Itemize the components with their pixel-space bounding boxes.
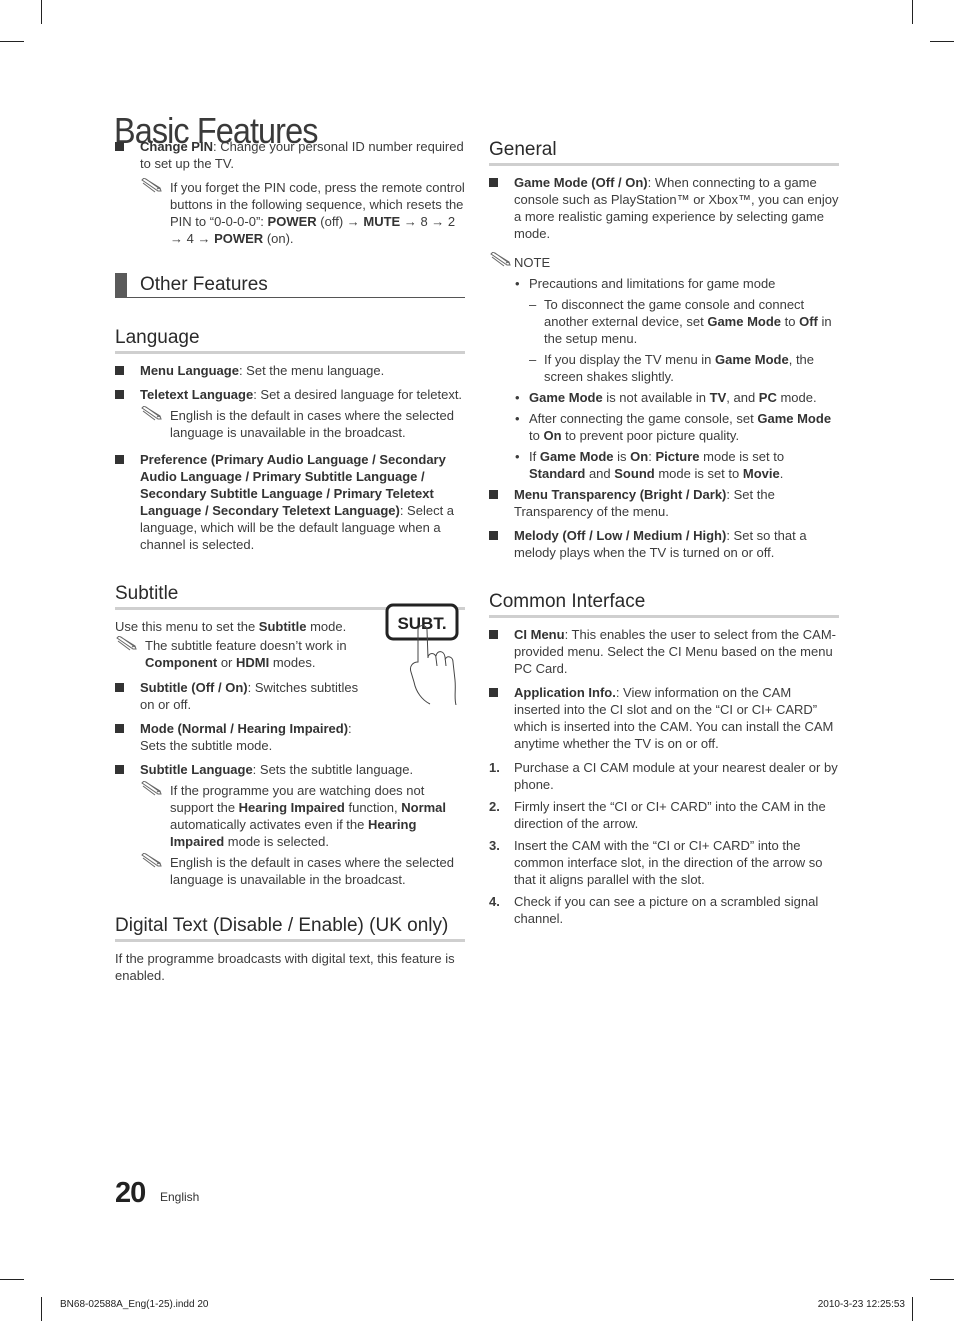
list-item-menu-transparency: Menu Transparency (Bright / Dark): Set t… — [489, 486, 839, 520]
bullet-after-connecting: • After connecting the game console, set… — [515, 411, 832, 443]
square-bullet-icon — [489, 178, 498, 187]
step-number: 2. — [489, 799, 500, 814]
list-item-game-mode: Game Mode (Off / On): When connecting to… — [489, 174, 839, 242]
pencil-note-icon — [116, 636, 137, 651]
square-bullet-icon — [115, 765, 124, 774]
print-slug-file: BN68-02588A_Eng(1-25).indd 20 — [60, 1299, 209, 1310]
list-item-change-pin: Change PIN: Change your personal ID numb… — [115, 138, 465, 172]
step-text: Check if you can see a picture on a scra… — [514, 894, 819, 926]
square-bullet-icon — [115, 455, 124, 464]
step-item: 4. Check if you can see a picture on a s… — [489, 893, 839, 927]
dot-bullet-icon: • — [515, 390, 520, 405]
square-bullet-icon — [115, 142, 124, 151]
section-heading-general: General — [489, 138, 839, 166]
square-bullet-icon — [115, 683, 124, 692]
step-item: 1. Purchase a CI CAM module at your near… — [489, 759, 839, 793]
note-heading: NOTE — [489, 252, 839, 271]
square-bullet-icon — [115, 724, 124, 733]
square-bullet-icon — [115, 366, 124, 375]
list-item-application-info: Application Info.: View information on t… — [489, 684, 839, 752]
list-item-menu-language: Menu Language: Set the menu language. — [115, 362, 465, 379]
step-item: 3. Insert the CAM with the “CI or CI+ CA… — [489, 837, 839, 888]
dash-bullet-icon: – — [529, 297, 537, 312]
page-number: 20 — [115, 1177, 146, 1209]
bullet-game-mode-on: • If Game Mode is On: Picture mode is se… — [515, 449, 785, 481]
step-number: 4. — [489, 894, 500, 909]
subt-button-label: SUBT. — [397, 614, 446, 633]
crop-mark — [912, 1297, 913, 1321]
item-term: Change PIN — [140, 139, 213, 154]
bullet-precautions: • Precautions and limitations for game m… — [515, 276, 776, 291]
section-heading-other-features: Other Features — [115, 273, 465, 298]
crop-mark — [41, 1297, 42, 1321]
note-subtitle-default: English is the default in cases where th… — [140, 853, 465, 888]
pencil-note-icon — [490, 252, 511, 267]
pencil-note-icon — [141, 781, 162, 796]
section-heading-digital-text: Digital Text (Disable / Enable) (UK only… — [115, 914, 465, 942]
dash-bullet-icon: – — [529, 352, 537, 367]
square-bullet-icon — [489, 688, 498, 697]
step-text: Firmly insert the “CI or CI+ CARD” into … — [514, 799, 826, 831]
page-language: English — [160, 1190, 200, 1204]
note-pin-reset: If you forget the PIN code, press the re… — [140, 178, 465, 247]
step-text: Insert the CAM with the “CI or CI+ CARD”… — [514, 838, 823, 887]
square-bullet-icon — [489, 490, 498, 499]
square-bullet-icon — [489, 531, 498, 540]
section-heading-common-interface: Common Interface — [489, 590, 839, 618]
step-number: 1. — [489, 760, 500, 775]
list-item-subtitle-language: Subtitle Language: Sets the subtitle lan… — [115, 761, 465, 778]
subt-button-illustration: SUBT. — [385, 603, 459, 705]
list-item-preference: Preference (Primary Audio Language / Sec… — [115, 451, 465, 553]
list-item-subtitle-mode: Mode (Normal / Hearing Impaired): Sets t… — [115, 720, 370, 754]
list-item-subtitle-onoff: Subtitle (Off / On): Switches subtitles … — [115, 679, 360, 713]
left-column: Change PIN: Change your personal ID numb… — [115, 138, 465, 984]
dot-bullet-icon: • — [515, 411, 520, 426]
section-heading-language: Language — [115, 326, 465, 354]
dash-item-screen-shakes: – If you display the TV menu in Game Mod… — [529, 352, 815, 384]
list-item-ci-menu: CI Menu: This enables the user to select… — [489, 626, 839, 677]
bullet-not-available: • Game Mode is not available in TV, and … — [515, 390, 817, 405]
list-item-teletext-language: Teletext Language: Set a desired languag… — [115, 386, 465, 403]
note-subtitle-component: The subtitle feature doesn’t work in Com… — [115, 636, 360, 671]
heading-bar-marker — [115, 273, 127, 298]
square-bullet-icon — [115, 390, 124, 399]
crop-mark — [930, 41, 954, 42]
list-item-melody: Melody (Off / Low / Medium / High): Set … — [489, 527, 839, 561]
digital-text-desc: If the programme broadcasts with digital… — [115, 951, 455, 983]
dot-bullet-icon: • — [515, 276, 520, 291]
square-bullet-icon — [489, 630, 498, 639]
pencil-note-icon — [141, 853, 162, 868]
print-slug-datetime: 2010-3-23 12:25:53 — [817, 1299, 905, 1310]
note-hearing-impaired: If the programme you are watching does n… — [140, 781, 465, 850]
crop-mark — [912, 0, 913, 24]
crop-mark — [930, 1279, 954, 1280]
dash-item-disconnect: – To disconnect the game console and con… — [529, 297, 832, 346]
right-column: General Game Mode (Off / On): When conne… — [489, 138, 839, 932]
step-number: 3. — [489, 838, 500, 853]
subtitle-intro: Use this menu to set the Subtitle mode. — [115, 619, 347, 634]
pencil-note-icon — [141, 178, 162, 193]
dot-bullet-icon: • — [515, 449, 520, 464]
note-teletext-default: English is the default in cases where th… — [140, 406, 465, 441]
step-item: 2. Firmly insert the “CI or CI+ CARD” in… — [489, 798, 839, 832]
crop-mark — [41, 0, 42, 24]
step-text: Purchase a CI CAM module at your nearest… — [514, 760, 838, 792]
pencil-note-icon — [141, 406, 162, 421]
crop-mark — [0, 1279, 24, 1280]
crop-mark — [0, 41, 24, 42]
